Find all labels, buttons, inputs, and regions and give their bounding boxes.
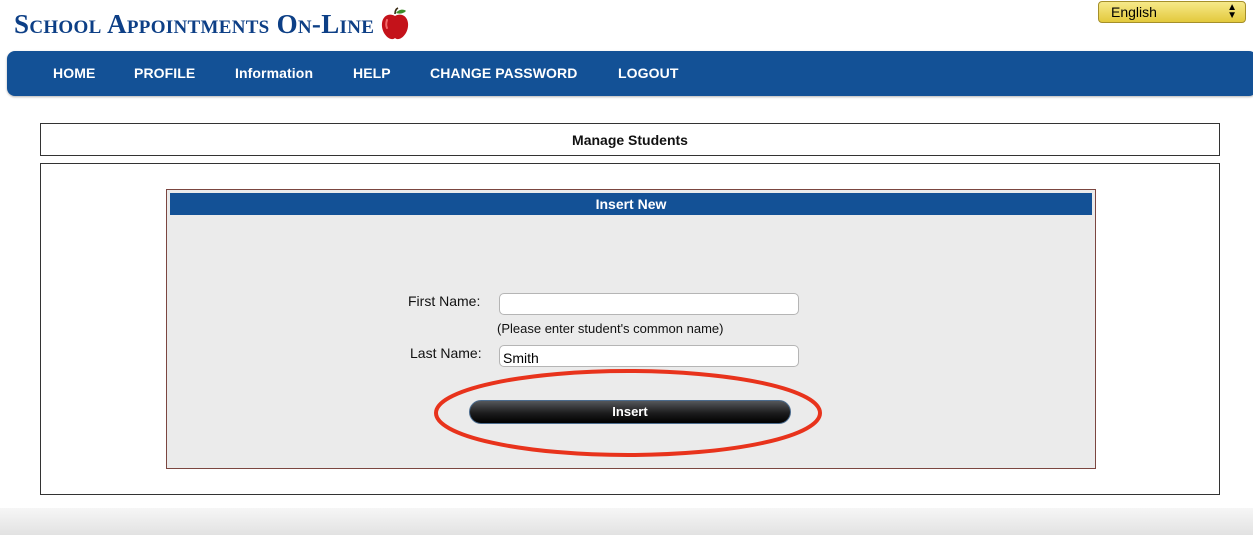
site-logo[interactable]: School Appointments On-Line (14, 6, 410, 42)
nav-home[interactable]: HOME (53, 65, 95, 81)
last-name-label: Last Name: (410, 345, 482, 361)
nav-information[interactable]: Information (235, 65, 313, 81)
footer-bar (0, 508, 1253, 535)
site-title: School Appointments On-Line (14, 8, 375, 39)
first-name-field[interactable] (499, 293, 799, 315)
content-container: Insert New First Name: (Please enter stu… (40, 163, 1220, 495)
language-select[interactable]: English ▲ ▼ (1098, 1, 1246, 23)
insert-button[interactable]: Insert (469, 400, 791, 424)
nav-profile[interactable]: PROFILE (134, 65, 195, 81)
select-arrows-icon: ▲ ▼ (1227, 2, 1237, 21)
apple-icon (382, 7, 409, 40)
insert-form-panel: Insert New First Name: (Please enter stu… (166, 189, 1096, 469)
form-header: Insert New (170, 193, 1092, 215)
nav-logout[interactable]: LOGOUT (618, 65, 678, 81)
language-select-value: English (1111, 4, 1157, 20)
first-name-label: First Name: (408, 293, 481, 309)
main-nav: HOME PROFILE Information HELP CHANGE PAS… (7, 51, 1253, 96)
nav-help[interactable]: HELP (353, 65, 391, 81)
nav-change-password[interactable]: CHANGE PASSWORD (430, 65, 577, 81)
last-name-field[interactable] (499, 345, 799, 367)
page-title: Manage Students (40, 123, 1220, 156)
first-name-hint: (Please enter student's common name) (497, 321, 724, 336)
